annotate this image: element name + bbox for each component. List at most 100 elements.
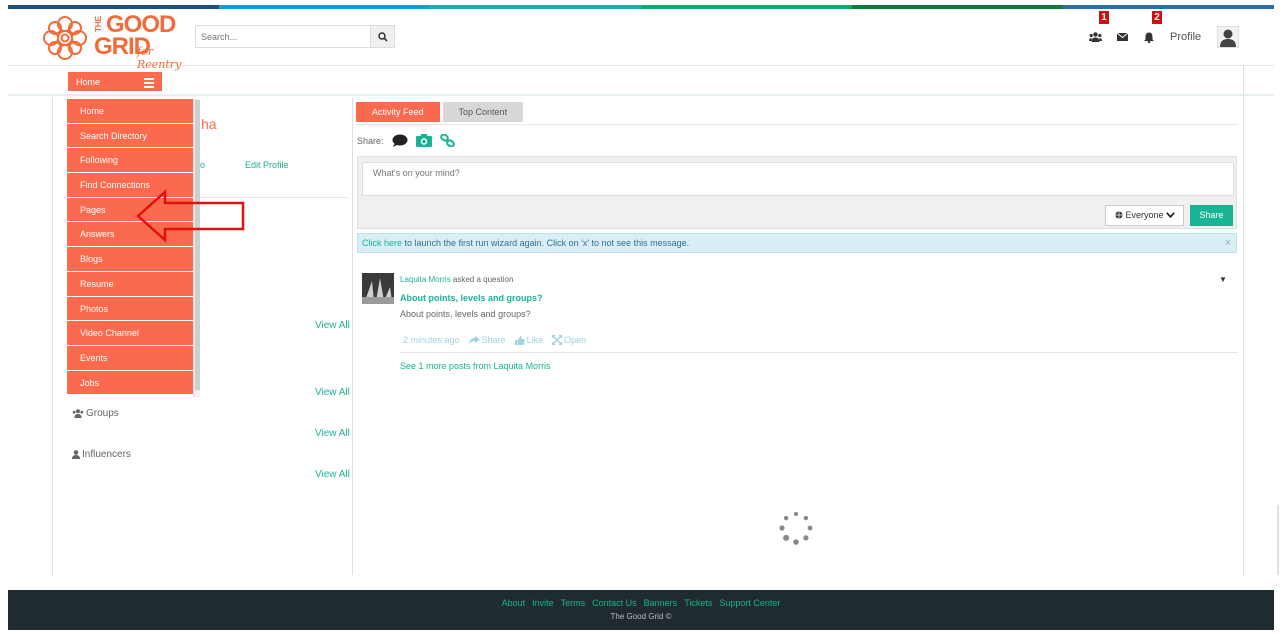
tabs-divider — [356, 124, 1238, 125]
footer-link-support-center[interactable]: Support Center — [719, 598, 780, 608]
post-share-label: Share — [481, 335, 506, 345]
post-options-caret-icon[interactable]: ▼ — [1219, 275, 1227, 284]
groups-label: Groups — [86, 408, 119, 419]
home-menu-label: Home — [76, 77, 101, 87]
connections-button[interactable] — [1088, 31, 1102, 43]
post-author-link[interactable]: Laquita Morris — [400, 275, 451, 284]
post-like-action[interactable]: Like — [514, 335, 544, 345]
audience-select[interactable]: Everyone — [1105, 205, 1184, 226]
thumbs-up-icon — [514, 335, 525, 345]
notifications-badge: 2 — [1152, 11, 1162, 24]
menu-item-video-channel[interactable]: Video Channel — [67, 321, 193, 346]
avatar[interactable] — [1217, 26, 1239, 48]
post-time[interactable]: 2 minutes ago — [403, 335, 460, 345]
logo-the-text: THE — [94, 16, 103, 32]
footer-link-banners[interactable]: Banners — [644, 598, 678, 608]
menu-item-following[interactable]: Following — [67, 148, 193, 174]
share-button[interactable]: Share — [1190, 205, 1233, 226]
menu-item-resume[interactable]: Resume — [67, 271, 193, 297]
view-all-link[interactable]: View All — [315, 428, 350, 439]
users-icon — [72, 409, 84, 418]
menu-item-events[interactable]: Events — [67, 345, 193, 371]
menu-scrollbar-thumb[interactable] — [195, 100, 200, 390]
first-run-notice: Click here to launch the first run wizar… — [357, 233, 1237, 253]
footer-link-about[interactable]: About — [502, 598, 526, 608]
post-author-avatar[interactable] — [362, 273, 394, 304]
post-body: About points, levels and groups? — [400, 309, 531, 319]
link-icon[interactable] — [439, 134, 455, 147]
footer-link-terms[interactable]: Terms — [561, 598, 586, 608]
post-share-action[interactable]: Share — [468, 335, 506, 345]
logo[interactable]: THE GOOD GRID for Reentry — [40, 11, 190, 71]
footer-link-contact-us[interactable]: Contact Us — [592, 598, 637, 608]
influencers-section-title: Influencers — [72, 449, 131, 460]
influencers-label: Influencers — [82, 449, 131, 460]
view-all-link[interactable]: View All — [315, 387, 350, 398]
share-type-row: Share: — [357, 134, 455, 147]
loading-spinner-icon — [779, 512, 813, 545]
flower-logo-icon — [43, 16, 87, 60]
audience-label: Everyone — [1125, 210, 1164, 220]
author-photo-icon — [362, 273, 394, 304]
menu-item-blogs[interactable]: Blogs — [67, 247, 193, 272]
user-icon — [72, 450, 80, 459]
post-divider — [400, 352, 1238, 353]
post-action-text: asked a question — [450, 275, 514, 284]
post-actions: 2 minutes ago Share Like Open — [403, 335, 586, 345]
messages-button[interactable] — [1115, 31, 1129, 43]
post-open-action[interactable]: Open — [552, 335, 586, 345]
menu-item-search-directory[interactable]: Search Directory — [67, 123, 193, 149]
post-meta: Laquita Morris asked a question — [400, 275, 513, 284]
share-label: Share: — [357, 135, 384, 146]
post-composer: Everyone Share — [357, 156, 1237, 229]
menu-scrollbar[interactable] — [193, 99, 200, 397]
speech-bubble-icon[interactable] — [392, 134, 408, 147]
header: THE GOOD GRID for Reentry 1 2 Profile — [8, 9, 1274, 71]
connections-badge: 1 — [1099, 11, 1109, 24]
menu-item-jobs[interactable]: Jobs — [67, 370, 193, 396]
search-button[interactable] — [370, 26, 394, 47]
notifications-button[interactable] — [1142, 31, 1156, 43]
notice-text: to launch the first run wizard again. Cl… — [402, 238, 690, 248]
footer: About Invite Terms Contact Us Banners Ti… — [8, 590, 1274, 630]
page-scrollbar[interactable] — [1277, 505, 1279, 575]
edit-profile-link[interactable]: Edit Profile — [245, 160, 289, 170]
right-column-border — [1243, 66, 1244, 575]
profile-link[interactable]: Profile — [1170, 31, 1201, 43]
tab-top-content[interactable]: Top Content — [442, 102, 524, 122]
close-icon[interactable]: × — [1225, 234, 1231, 252]
first-run-wizard-link[interactable]: Click here — [362, 238, 402, 248]
menu-item-photos[interactable]: Photos — [67, 296, 193, 322]
more-posts-link[interactable]: See 1 more posts from Laquita Morris — [400, 361, 551, 371]
status-input[interactable] — [362, 162, 1234, 196]
chevron-down-icon — [1166, 212, 1175, 219]
feed-tabs: Activity Feed Top Content — [356, 102, 524, 123]
tab-activity-feed[interactable]: Activity Feed — [356, 102, 440, 122]
footer-link-invite[interactable]: Invite — [532, 598, 554, 608]
hamburger-icon — [144, 78, 154, 90]
search-icon — [377, 31, 388, 42]
bell-icon — [1144, 32, 1154, 43]
footer-link-tickets[interactable]: Tickets — [684, 598, 712, 608]
user-silhouette-icon — [1220, 29, 1236, 47]
view-all-link[interactable]: View All — [315, 469, 350, 480]
search-input[interactable] — [196, 26, 371, 47]
envelope-icon — [1116, 33, 1128, 41]
menu-item-home[interactable]: Home — [67, 99, 193, 124]
post-like-label: Like — [526, 335, 544, 345]
camera-icon[interactable] — [415, 134, 432, 147]
annotation-arrow-icon — [136, 189, 245, 243]
home-menu-toggle[interactable]: Home — [67, 71, 163, 92]
sub-navigation: Home — [8, 66, 1274, 96]
copyright: The Good Grid © — [610, 612, 672, 621]
share-arrow-icon — [468, 336, 480, 344]
user-name[interactable]: ha — [201, 116, 217, 132]
home-dropdown-menu: Home Search Directory Following Find Con… — [67, 99, 193, 396]
users-icon — [1088, 32, 1102, 42]
expand-icon — [552, 335, 563, 345]
footer-links: About Invite Terms Contact Us Banners Ti… — [8, 590, 1274, 608]
post-open-label: Open — [564, 335, 587, 345]
post-title-link[interactable]: About points, levels and groups? — [400, 293, 543, 303]
view-all-link[interactable]: View All — [315, 320, 350, 331]
globe-icon — [1115, 211, 1123, 219]
